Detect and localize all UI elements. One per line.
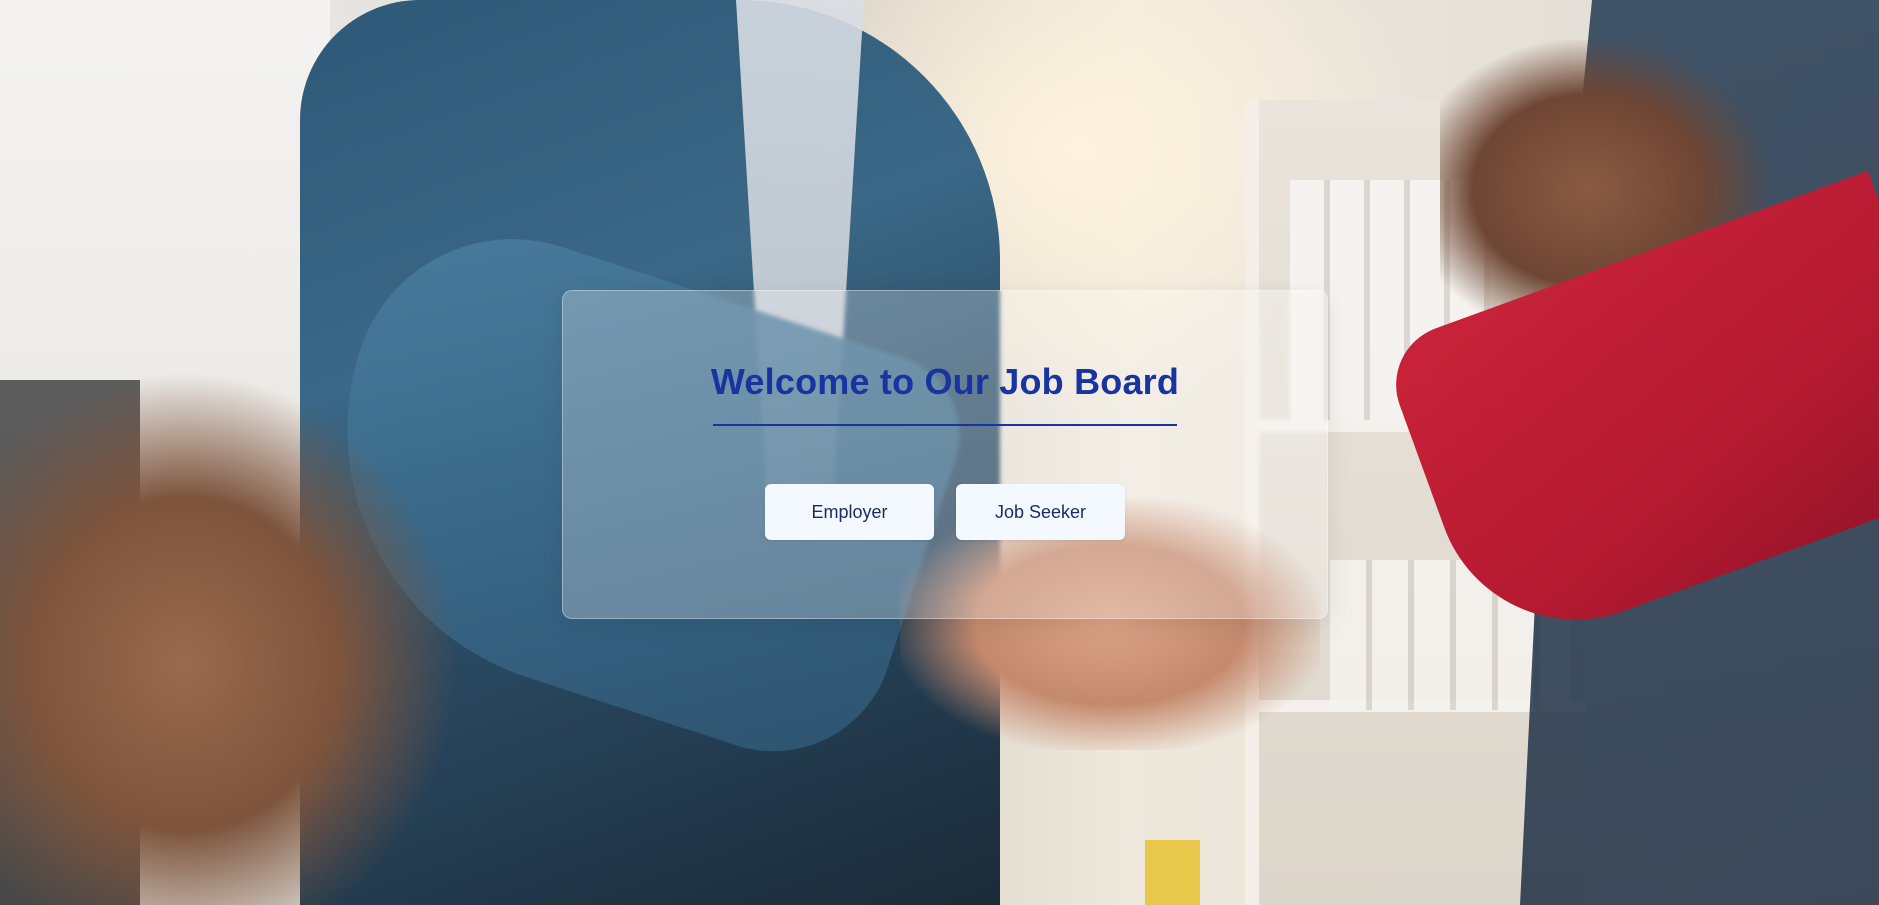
job-seeker-button[interactable]: Job Seeker	[956, 484, 1125, 540]
background-photo-sticky-note	[1145, 840, 1200, 905]
role-button-group: Employer Job Seeker	[563, 484, 1327, 540]
page-background: Welcome to Our Job Board Employer Job Se…	[0, 0, 1879, 905]
welcome-card: Welcome to Our Job Board Employer Job Se…	[562, 290, 1328, 619]
employer-button[interactable]: Employer	[765, 484, 934, 540]
background-photo-clapping-hands-left	[0, 370, 460, 905]
title-underline	[713, 424, 1177, 426]
page-title: Welcome to Our Job Board	[710, 361, 1180, 402]
